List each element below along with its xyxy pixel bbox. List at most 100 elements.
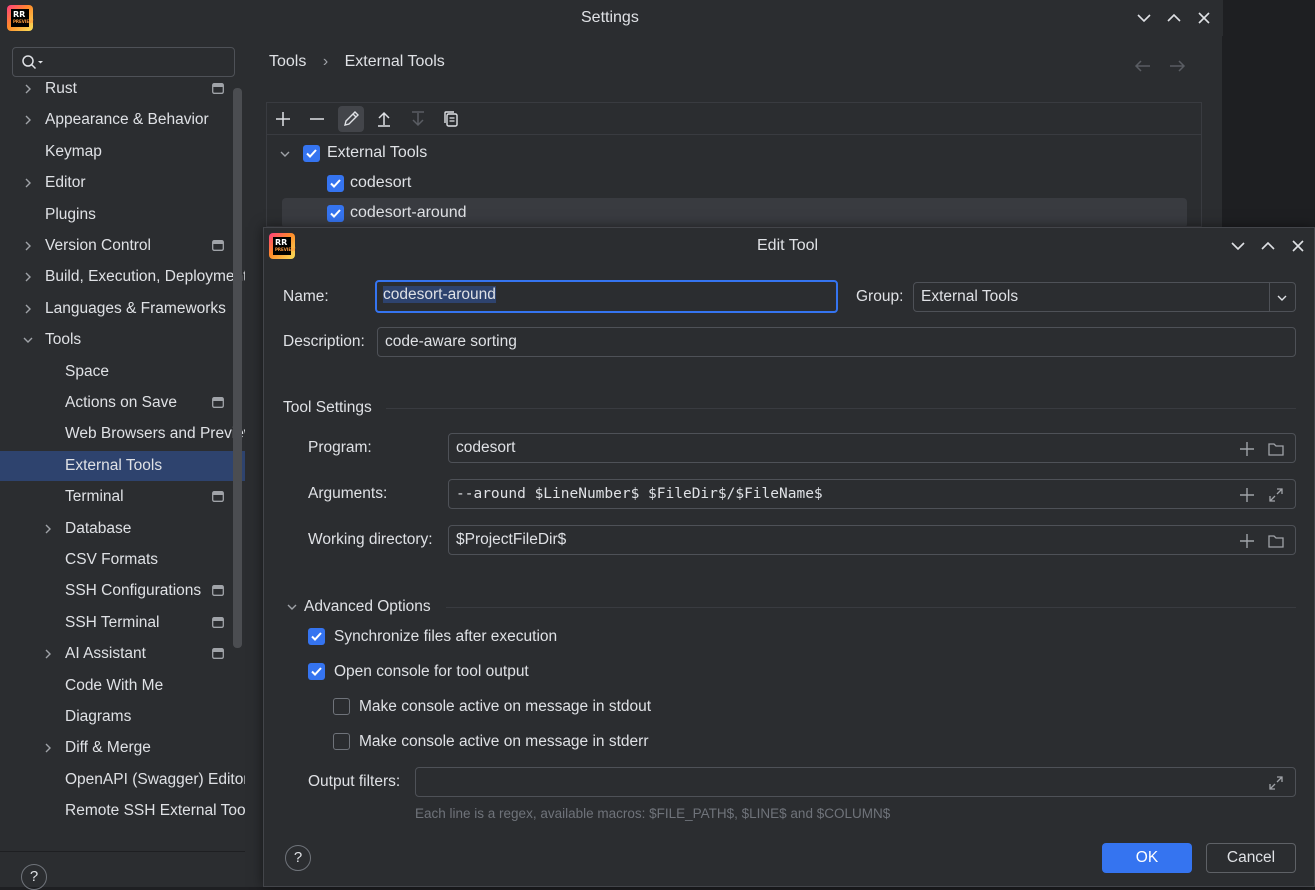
expand-button[interactable] (1267, 486, 1285, 504)
sidebar-item[interactable]: Database (0, 514, 245, 544)
sidebar-item[interactable]: Build, Execution, Deployment (0, 262, 245, 292)
chevron-right-icon[interactable] (22, 240, 34, 252)
sidebar-item[interactable]: Plugins (0, 200, 245, 230)
tree-tool-label[interactable]: codesort-around (350, 204, 467, 222)
sidebar-item[interactable]: Keymap (0, 137, 245, 167)
add-icon (276, 112, 290, 126)
sidebar-item[interactable]: OpenAPI (Swagger) Editor (0, 765, 245, 795)
tools-toolbar (267, 103, 1201, 135)
tree-tool-label[interactable]: codesort (350, 174, 411, 192)
close-button[interactable] (1193, 7, 1215, 29)
group-checkbox[interactable] (303, 145, 320, 162)
sidebar-item[interactable]: CSV Formats (0, 545, 245, 575)
sidebar-item[interactable]: AI Assistant (0, 639, 245, 669)
sync-label[interactable]: Synchronize files after execution (334, 628, 557, 646)
workdir-input[interactable]: $ProjectFileDir$ (448, 525, 1296, 555)
sidebar-item[interactable]: Space (0, 357, 245, 387)
remove-button[interactable] (304, 106, 330, 132)
chevron-down-icon[interactable] (279, 148, 291, 160)
search-input[interactable] (12, 47, 235, 77)
move-down-button[interactable] (405, 106, 431, 132)
sidebar-item[interactable]: Diff & Merge (0, 733, 245, 763)
dialog-minimize-button[interactable] (1227, 235, 1249, 257)
sidebar-item[interactable]: Editor (0, 168, 245, 198)
chevron-right-icon[interactable] (42, 523, 54, 535)
project-scope-icon (212, 397, 224, 408)
description-input[interactable]: code-aware sorting (377, 327, 1296, 357)
minimize-button[interactable] (1133, 7, 1155, 29)
chevron-right-icon[interactable] (42, 742, 54, 754)
tree-group-label[interactable]: External Tools (327, 144, 427, 162)
sidebar-item[interactable]: Diagrams (0, 702, 245, 732)
sidebar-item[interactable]: Web Browsers and Preview (0, 419, 245, 449)
sidebar-item[interactable]: Version Control (0, 231, 245, 261)
program-input[interactable]: codesort (448, 433, 1296, 463)
sidebar-item[interactable]: Remote SSH External Tools (0, 796, 245, 826)
console-label[interactable]: Open console for tool output (334, 663, 529, 681)
cancel-button[interactable]: Cancel (1206, 843, 1296, 873)
breadcrumb-parent[interactable]: Tools (269, 53, 306, 70)
help-button[interactable]: ? (21, 864, 47, 890)
output-filters-label: Output filters: (308, 773, 401, 790)
project-scope-icon (212, 240, 224, 251)
browse-button[interactable] (1267, 532, 1285, 550)
tool-checkbox[interactable] (327, 175, 344, 192)
sidebar-item[interactable]: Appearance & Behavior (0, 105, 245, 135)
dialog-close-button[interactable] (1287, 235, 1309, 257)
stderr-label[interactable]: Make console active on message in stderr (359, 733, 648, 751)
plus-icon (1240, 488, 1254, 502)
stdout-label[interactable]: Make console active on message in stdout (359, 698, 651, 716)
back-arrow-icon[interactable] (1133, 58, 1153, 74)
chevron-right-icon[interactable] (22, 177, 34, 189)
sidebar-item-label: Terminal (65, 488, 124, 505)
help-button[interactable]: ? (285, 845, 311, 871)
sidebar-item[interactable]: Rust (0, 74, 245, 104)
sidebar-item[interactable]: Terminal (0, 482, 245, 512)
forward-arrow-icon[interactable] (1167, 58, 1187, 74)
copy-button[interactable] (438, 106, 464, 132)
chevron-down-icon[interactable] (1276, 292, 1288, 304)
chevron-right-icon[interactable] (22, 114, 34, 126)
name-input[interactable]: codesort-around (375, 280, 838, 313)
sidebar-item[interactable]: Languages & Frameworks (0, 294, 245, 324)
chevron-right-icon[interactable] (22, 271, 34, 283)
ok-button[interactable]: OK (1102, 843, 1192, 873)
arguments-input[interactable]: --around $LineNumber$ $FileDir$/$FileNam… (448, 479, 1296, 509)
insert-macro-button[interactable] (1238, 532, 1256, 550)
advanced-options-title[interactable]: Advanced Options (304, 598, 431, 616)
sync-checkbox[interactable] (308, 628, 325, 645)
remove-icon (310, 118, 324, 120)
sidebar-item[interactable]: External Tools (0, 451, 245, 481)
sidebar-item[interactable]: Actions on Save (0, 388, 245, 418)
sidebar-item[interactable]: Tools (0, 325, 245, 355)
stdout-checkbox[interactable] (333, 698, 350, 715)
maximize-button[interactable] (1163, 7, 1185, 29)
chevron-down-icon[interactable] (286, 601, 298, 613)
browse-button[interactable] (1267, 440, 1285, 458)
project-scope-icon (212, 491, 224, 502)
sidebar-item[interactable]: SSH Configurations (0, 576, 245, 606)
move-up-button[interactable] (371, 106, 397, 132)
insert-macro-button[interactable] (1238, 440, 1256, 458)
chevron-right-icon[interactable] (22, 83, 34, 95)
sidebar-item[interactable]: SSH Terminal (0, 608, 245, 638)
chevron-right-icon[interactable] (22, 303, 34, 315)
chevron-right-icon[interactable] (42, 648, 54, 660)
expand-button[interactable] (1267, 774, 1285, 792)
sidebar-item[interactable]: Code With Me (0, 671, 245, 701)
tool-checkbox[interactable] (327, 205, 344, 222)
chevron-down-icon[interactable] (22, 334, 34, 346)
sidebar-scrollbar[interactable] (233, 88, 242, 648)
app-logo-text: RR PREVIEW (273, 237, 295, 255)
sidebar-item-label: Keymap (45, 143, 102, 160)
group-combobox[interactable]: External Tools (913, 282, 1296, 312)
sidebar-item-label: Version Control (45, 237, 151, 254)
output-filters-input[interactable] (415, 767, 1296, 797)
dialog-maximize-button[interactable] (1257, 235, 1279, 257)
add-button[interactable] (270, 106, 296, 132)
console-checkbox[interactable] (308, 663, 325, 680)
stderr-checkbox[interactable] (333, 733, 350, 750)
edit-button[interactable] (338, 106, 364, 132)
insert-macro-button[interactable] (1238, 486, 1256, 504)
check-icon (306, 149, 317, 158)
